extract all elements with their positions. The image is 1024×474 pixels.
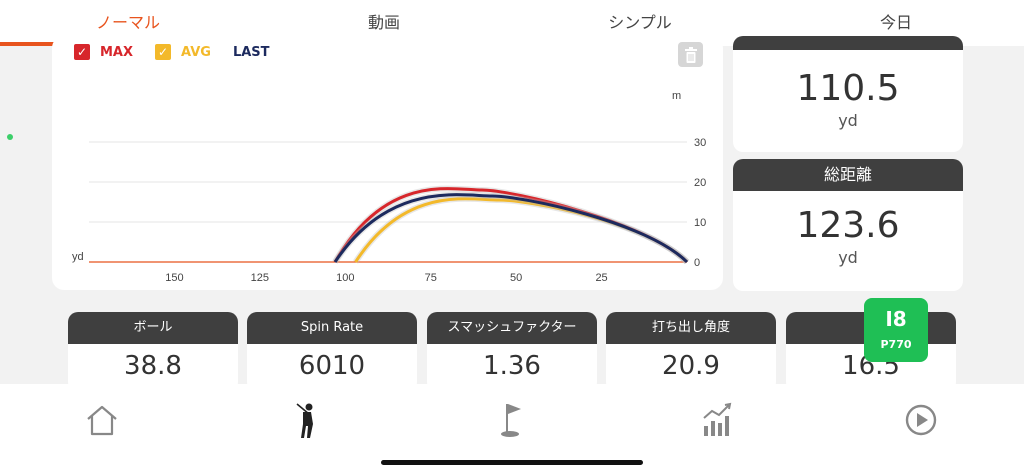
y-axis-unit-label: m — [672, 90, 681, 102]
x-tick-label: 100 — [336, 272, 354, 284]
legend-avg-label: AVG — [181, 44, 211, 60]
carry-card-header — [733, 36, 963, 50]
chart-bars-icon[interactable] — [697, 400, 737, 440]
metric-value: 1.36 — [483, 351, 541, 381]
metric-value: 20.9 — [662, 351, 720, 381]
x-tick-label: 125 — [251, 272, 269, 284]
play-icon[interactable] — [901, 400, 941, 440]
carry-value: 110.5 — [796, 68, 900, 109]
trajectory-chart: 0 10 20 30 150 125 100 75 50 25 yd m — [72, 90, 706, 284]
legend-max[interactable]: ✓ MAX — [74, 44, 133, 60]
club-badge[interactable]: I8 P770 — [864, 298, 928, 362]
golfer-icon[interactable] — [286, 400, 326, 440]
metric-launch-angle: 打ち出し角度 20.9 — [606, 312, 776, 392]
chart-legend: ✓ MAX ✓ AVG LAST — [74, 44, 292, 60]
metric-ball-speed: ボール 38.8 — [68, 312, 238, 392]
metric-smash-factor: スマッシュファクター 1.36 — [427, 312, 597, 392]
legend-avg[interactable]: ✓ AVG — [155, 44, 211, 60]
metric-label: Spin Rate — [247, 312, 417, 344]
y-tick-label: 20 — [694, 177, 706, 189]
x-tick-label: 150 — [165, 272, 183, 284]
y-tick-label: 0 — [694, 257, 700, 269]
total-distance-title: 総距離 — [733, 159, 963, 191]
home-icon[interactable] — [82, 400, 122, 440]
x-tick-label: 75 — [425, 272, 437, 284]
metric-label: 打ち出し角度 — [606, 312, 776, 344]
legend-last: LAST — [233, 45, 270, 60]
x-axis-unit-label: yd — [72, 251, 84, 263]
club-model: P770 — [880, 338, 912, 351]
total-distance-unit: yd — [838, 248, 858, 267]
home-indicator — [381, 460, 643, 465]
metric-value: 38.8 — [124, 351, 182, 381]
flag-hole-icon[interactable] — [492, 400, 532, 440]
legend-max-label: MAX — [100, 44, 134, 60]
metric-label: ボール — [68, 312, 238, 344]
club-number: I8 — [885, 307, 907, 331]
carry-card: 110.5 yd — [733, 36, 963, 152]
checkbox-checked-icon[interactable]: ✓ — [155, 44, 172, 60]
total-distance-card: 総距離 123.6 yd — [733, 159, 963, 291]
y-tick-label: 10 — [694, 217, 706, 229]
x-tick-label: 50 — [510, 272, 522, 284]
metric-value: 6010 — [298, 351, 366, 381]
legend-last-label: LAST — [232, 44, 270, 60]
carry-unit: yd — [838, 111, 858, 130]
x-tick-label: 25 — [595, 272, 607, 284]
status-dot — [7, 134, 13, 140]
metric-label: スマッシュファクター — [427, 312, 597, 344]
metric-spin-rate: Spin Rate 6010 — [247, 312, 417, 392]
checkbox-checked-icon[interactable]: ✓ — [74, 44, 90, 60]
y-tick-label: 30 — [694, 137, 706, 149]
total-distance-value: 123.6 — [796, 205, 900, 246]
